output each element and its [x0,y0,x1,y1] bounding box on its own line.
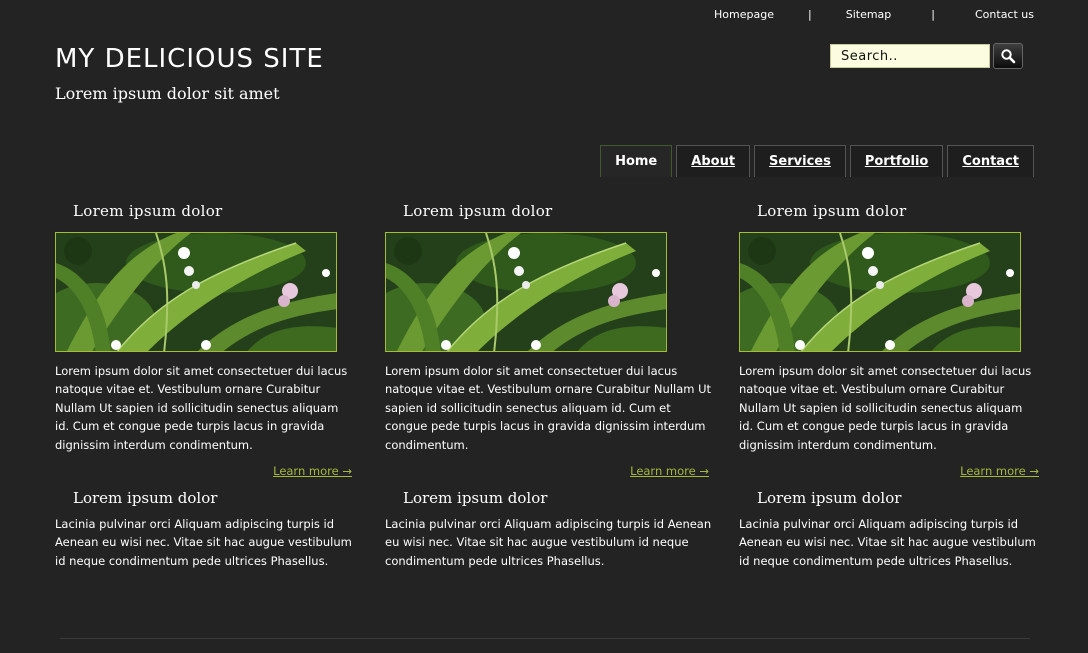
info-block: Lorem ipsum dolor Lacinia pulvinar orci … [55,489,355,570]
magnifier-icon [1001,49,1016,64]
feature-heading: Lorem ipsum dolor [403,202,553,220]
nav-tab-portfolio[interactable]: Portfolio [849,145,944,177]
feature-image [739,232,1021,352]
info-text: Lacinia pulvinar orci Aliquam adipiscing… [739,517,1036,568]
leaves-image [56,233,337,352]
learn-more-link[interactable]: Learn more → [385,464,709,478]
nav-tab-about[interactable]: About [676,145,751,177]
nav-tab-services[interactable]: Services [754,145,846,177]
main-nav: Home About Services Portfolio Contact [596,145,1034,177]
footer-divider [60,638,1030,639]
top-link-contact-us[interactable]: Contact us [975,8,1034,21]
top-link-homepage[interactable]: Homepage [714,8,774,21]
info-text: Lacinia pulvinar orci Aliquam adipiscing… [385,517,712,568]
top-link-separator: | [931,8,935,21]
feature-heading: Lorem ipsum dolor [73,202,223,220]
feature-heading: Lorem ipsum dolor [757,202,907,220]
feature-image [385,232,667,352]
search-form [830,43,1023,69]
feature-text: Lorem ipsum dolor sit amet consectetuer … [739,364,1032,452]
search-input[interactable] [830,44,990,68]
learn-more-link[interactable]: Learn more → [55,464,352,478]
top-links: Homepage | Sitemap | Contact us [714,8,1034,21]
feature-column: Lorem ipsum dolor Lorem ipsum dolor sit … [385,202,711,478]
info-heading: Lorem ipsum dolor [73,489,218,507]
search-button[interactable] [993,43,1023,69]
feature-text: Lorem ipsum dolor sit amet consectetuer … [55,364,348,452]
feature-column: Lorem ipsum dolor Lorem ipsum dolor sit … [55,202,355,478]
info-text: Lacinia pulvinar orci Aliquam adipiscing… [55,517,352,568]
site-tagline: Lorem ipsum dolor sit amet [55,84,280,103]
feature-text: Lorem ipsum dolor sit amet consectetuer … [385,364,712,452]
info-heading: Lorem ipsum dolor [403,489,548,507]
info-heading: Lorem ipsum dolor [757,489,902,507]
nav-tab-contact[interactable]: Contact [947,145,1034,177]
site-title[interactable]: MY DELICIOUS SITE [55,44,324,74]
feature-image [55,232,337,352]
top-link-separator: | [808,8,812,21]
nav-tab-home[interactable]: Home [600,145,673,177]
top-link-sitemap[interactable]: Sitemap [846,8,892,21]
info-block: Lorem ipsum dolor Lacinia pulvinar orci … [739,489,1039,570]
feature-column: Lorem ipsum dolor Lorem ipsum dolor sit … [739,202,1039,478]
learn-more-link[interactable]: Learn more → [739,464,1039,478]
leaves-image [386,233,667,352]
info-block: Lorem ipsum dolor Lacinia pulvinar orci … [385,489,711,570]
leaves-image [740,233,1021,352]
